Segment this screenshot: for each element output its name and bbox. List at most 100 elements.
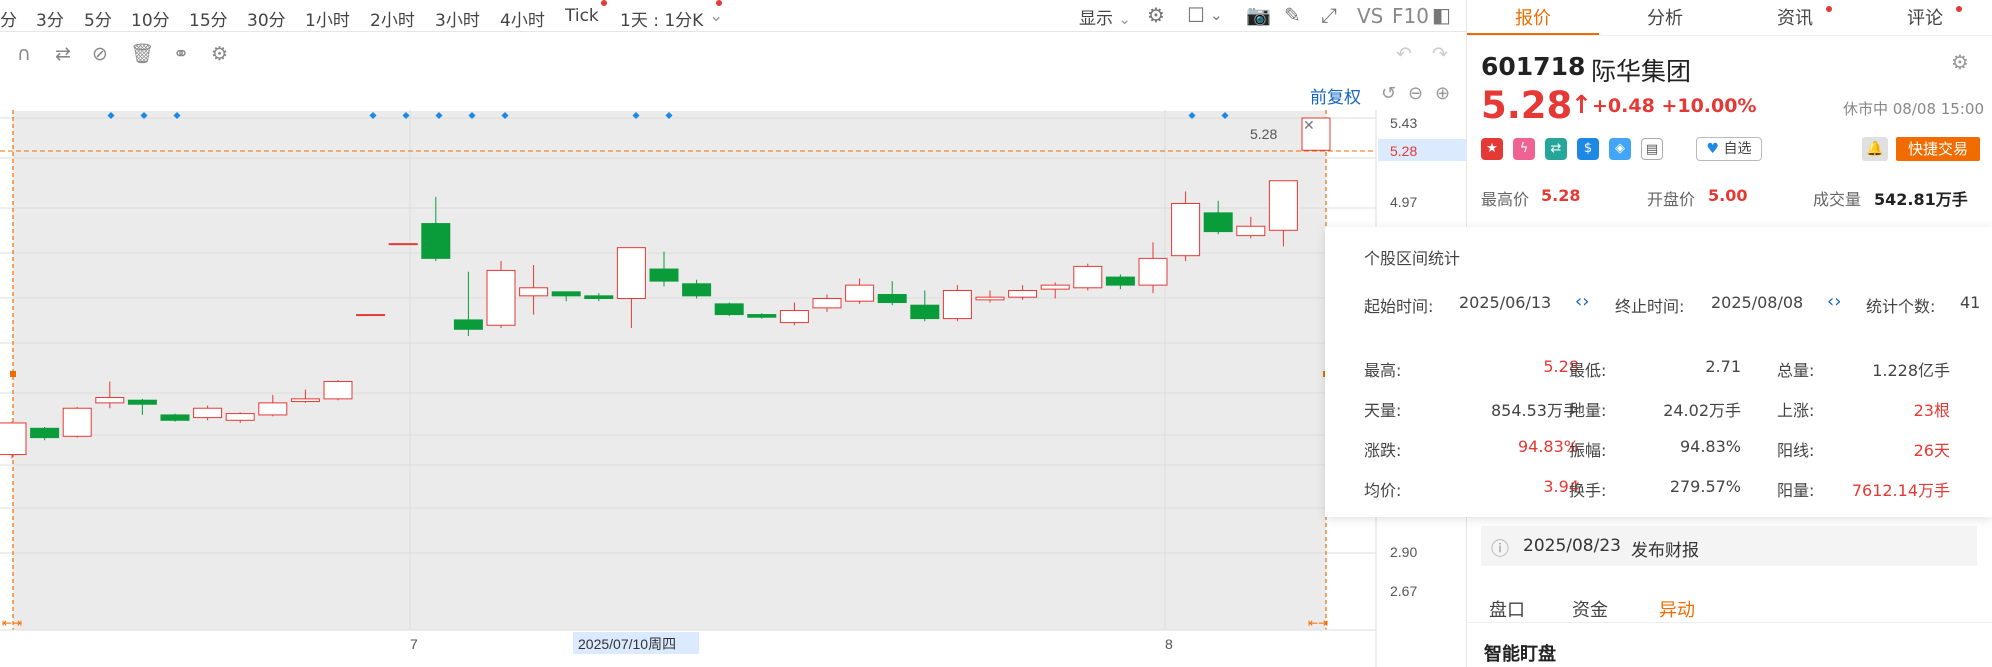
period-tick[interactable]: Tick [565, 6, 599, 26]
candle-body [1171, 202, 1201, 257]
tab-capital[interactable]: 资金 [1572, 596, 1608, 622]
add-watchlist-button[interactable]: ♥ 自选 [1696, 137, 1762, 161]
x-tick-label: 8 [1165, 636, 1173, 652]
period-10min[interactable]: 10分 [131, 6, 170, 31]
period-2h[interactable]: 2小时 [370, 6, 415, 31]
high-label: 最高价 [1481, 190, 1530, 209]
overlay-circles-icon[interactable]: ⚭ [173, 44, 189, 64]
period-3min[interactable]: 3分 [36, 6, 64, 31]
candle-body [486, 269, 516, 326]
tab-news[interactable]: 资讯 [1777, 4, 1813, 30]
period-toolbar: 分 3分 5分 10分 15分 30分 1小时 2小时 3小时 4小时 Tick… [0, 0, 1466, 32]
pencil-icon[interactable]: ✎ [1284, 4, 1301, 26]
candle-body [910, 304, 940, 320]
restore-adjust-button[interactable]: 前复权 [1310, 83, 1361, 108]
tab-anomaly[interactable]: 异动 [1659, 596, 1695, 622]
stock-name: 际华集团 [1591, 57, 1692, 86]
redo-icon[interactable]: ↷ [1432, 44, 1448, 64]
period-5min[interactable]: 5分 [84, 6, 112, 31]
candle [714, 302, 744, 316]
zoom-out-icon[interactable]: ⊖ [1408, 83, 1423, 104]
stat-value: 7612.14万手 [1851, 481, 1950, 500]
open-label: 开盘价 [1647, 190, 1696, 209]
trash-icon[interactable]: 🗑 [130, 44, 154, 64]
sync-icon[interactable]: ⇄ [55, 44, 71, 64]
panel-toggle-icon[interactable]: ◧ [1432, 4, 1451, 26]
end-time-label: 终止时间: [1615, 297, 1685, 316]
open-value: 5.00 [1708, 186, 1748, 205]
shuffle-icon[interactable]: ⇄ [1545, 138, 1567, 160]
quick-trade-button[interactable]: 快捷交易 [1896, 137, 1980, 161]
settings-gear-icon[interactable]: ⚙ [1951, 50, 1969, 74]
settings-gear-icon[interactable]: ⚙ [1147, 4, 1165, 26]
period-1h[interactable]: 1小时 [305, 6, 350, 31]
display-menu[interactable]: 显示 ⌄ [1079, 4, 1131, 29]
period-1min[interactable]: 分 [0, 6, 17, 31]
candle-body [1203, 212, 1233, 233]
f10-button[interactable]: F10 [1392, 4, 1429, 28]
kline-chart[interactable]: 5.43 5.28 4.97 2.90 2.67 5.28 ✕ 7 2025/0… [0, 78, 1466, 667]
camera-icon[interactable]: 📷 [1246, 4, 1271, 26]
vs-button[interactable]: VS [1357, 4, 1383, 28]
chevron-down-icon[interactable]: ⌄ [709, 6, 723, 26]
square-layout-icon[interactable]: ☐ [1187, 4, 1205, 26]
end-time-adjust-icon[interactable]: ‹› [1827, 291, 1841, 312]
period-4h[interactable]: 4小时 [500, 6, 545, 31]
candle-body [127, 399, 157, 405]
candle-body [225, 413, 255, 421]
stat-value: 23根 [1913, 401, 1950, 420]
period-15min[interactable]: 15分 [189, 6, 228, 31]
candle-body [616, 247, 646, 300]
range-left-arrow-icon: ⇤⇥ [2, 616, 22, 630]
close-icon: ✕ [1303, 118, 1315, 134]
start-time-adjust-icon[interactable]: ‹› [1575, 291, 1589, 312]
tab-order-book[interactable]: 盘口 [1489, 596, 1525, 622]
price-change: +0.48 +10.00% [1592, 95, 1757, 117]
candle [160, 413, 190, 422]
candle-body [1040, 284, 1070, 290]
magnet-icon[interactable]: ∩ [17, 44, 31, 64]
candle [0, 421, 27, 459]
bookmark-icon[interactable]: ▤ [1641, 138, 1663, 160]
period-red-dot [716, 0, 722, 6]
candle-body [551, 291, 581, 297]
stat-value: 1.228亿手 [1872, 361, 1950, 380]
period-3h[interactable]: 3小时 [435, 6, 480, 31]
period-day-minute[interactable]: 1天 : 1分K [620, 6, 703, 31]
fullscreen-icon[interactable]: ⤢ [1321, 4, 1337, 26]
end-time-value: 2025/08/08 [1711, 293, 1804, 312]
period-30min[interactable]: 30分 [247, 6, 286, 31]
undo-icon[interactable]: ↶ [1396, 44, 1412, 64]
dollar-icon[interactable]: $ [1577, 138, 1599, 160]
stat-value: 94.83% [1679, 437, 1741, 456]
candle-body [779, 310, 809, 324]
stock-code: 601718 [1481, 52, 1586, 81]
candle-body [160, 414, 190, 421]
tab-analysis[interactable]: 分析 [1647, 4, 1683, 30]
volume-label: 成交量 [1813, 190, 1862, 209]
settings-gear-icon[interactable]: ⚙ [211, 44, 228, 64]
y-tick-label: 2.67 [1390, 583, 1417, 599]
heart-icon: ♥ [1706, 141, 1720, 157]
stat-label: 天量: [1364, 401, 1402, 420]
chevron-down-icon[interactable]: ⌄ [1210, 4, 1223, 26]
earnings-report-notice[interactable]: ⓘ 2025/08/23 发布财报 [1481, 526, 1977, 566]
stat-value: 854.53万手 [1491, 401, 1579, 420]
candle-body [95, 397, 125, 404]
candle-body [747, 314, 777, 318]
hide-eye-icon[interactable]: ⊘ [92, 44, 108, 64]
bell-icon[interactable]: 🔔 [1862, 137, 1888, 161]
tag-icon[interactable]: ◈ [1609, 138, 1631, 160]
kline-chart-area[interactable]: 5.43 5.28 4.97 2.90 2.67 5.28 ✕ 7 2025/0… [0, 78, 1466, 667]
candle-body [62, 407, 92, 437]
x-crosshair-date: 2025/07/10周四 [578, 636, 676, 652]
reset-icon[interactable]: ↺ [1381, 83, 1396, 104]
lightning-icon[interactable]: ϟ [1513, 138, 1535, 160]
candle-body [1008, 289, 1038, 298]
bottom-tabs-divider [1466, 622, 1992, 623]
zoom-in-icon[interactable]: ⊕ [1435, 83, 1450, 104]
tab-quote[interactable]: 报价 [1515, 4, 1551, 30]
china-flag-icon[interactable]: ★ [1481, 138, 1503, 160]
tab-comments[interactable]: 评论 [1907, 4, 1943, 30]
high-value: 5.28 [1541, 186, 1581, 205]
